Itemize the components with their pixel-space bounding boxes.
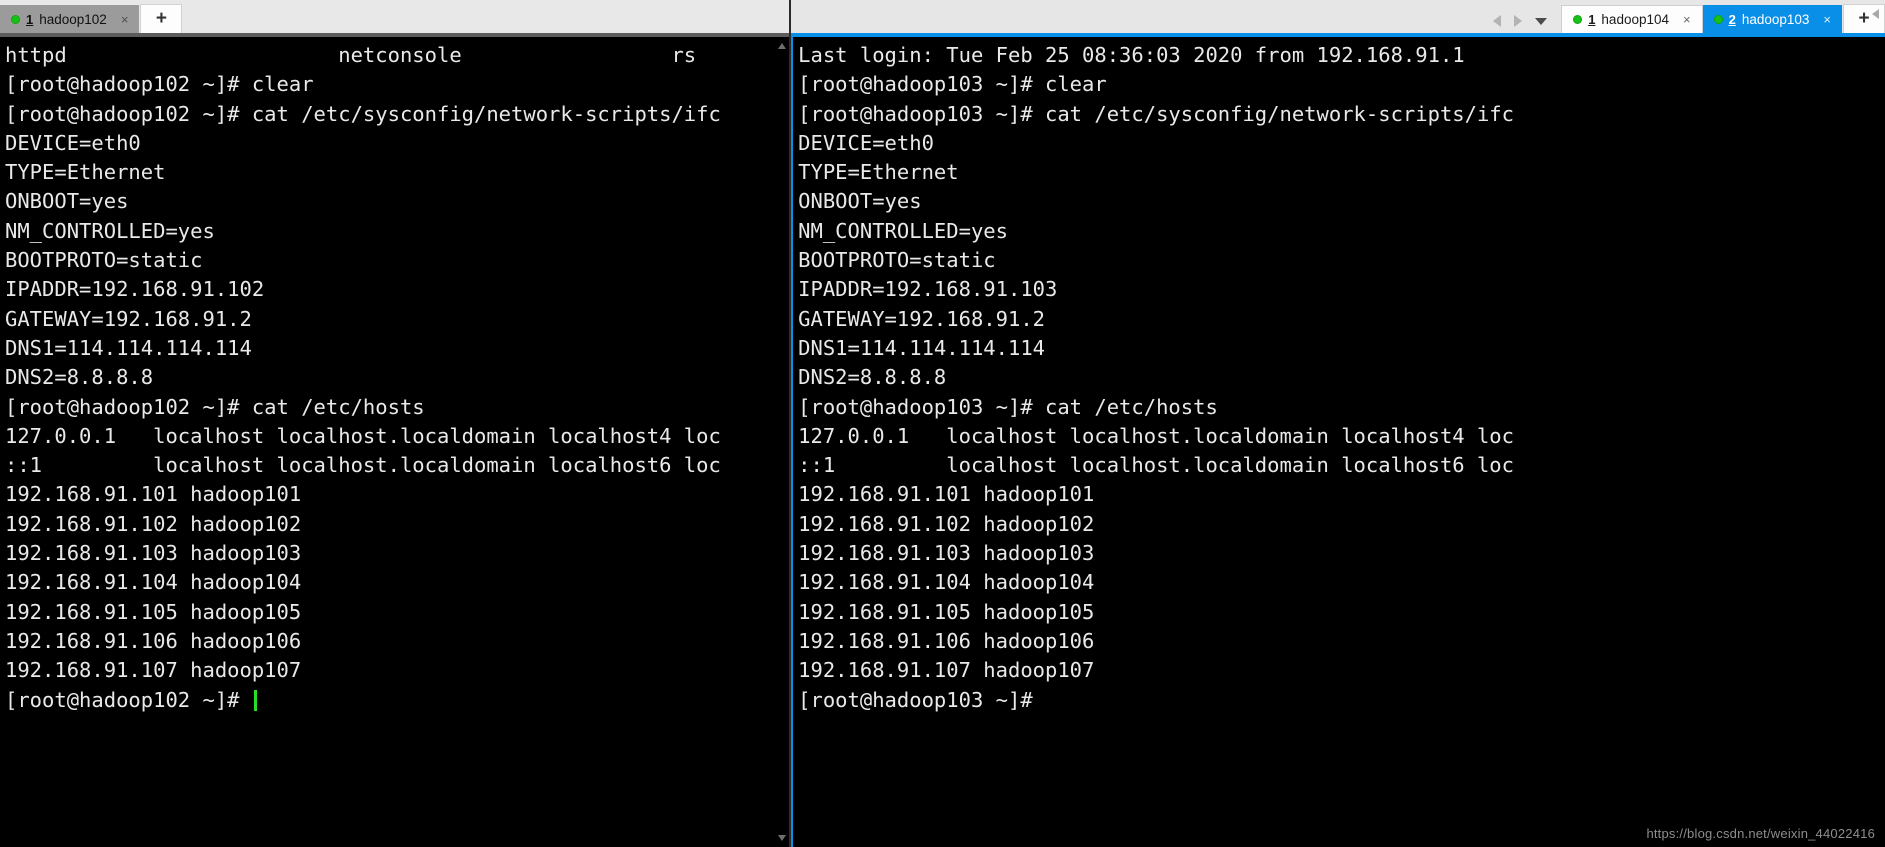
terminal-line: 192.168.91.107 hadoop107 (5, 658, 302, 683)
terminal-line: 192.168.91.105 hadoop105 (798, 599, 1095, 624)
tab-index: 1 (1588, 12, 1596, 27)
terminal-line: IPADDR=192.168.91.102 (5, 277, 265, 302)
terminal-line: Last login: Tue Feb 25 08:36:03 2020 fro… (798, 43, 1465, 67)
tab-label: hadoop104 (1601, 12, 1669, 27)
close-icon[interactable]: × (1821, 13, 1833, 26)
terminal-line: ONBOOT=yes (5, 189, 129, 214)
terminal-prompt-line: [root@hadoop102 ~]# (5, 686, 775, 715)
left-terminal-area: httpd netconsole rs [root@hadoop102 ~]# c… (0, 37, 790, 847)
terminal-line: 192.168.91.103 hadoop103 (798, 541, 1095, 566)
left-terminal-scrollbar[interactable] (775, 37, 790, 847)
tab-hadoop102[interactable]: 1 hadoop102 × (0, 5, 140, 33)
terminal-line: 192.168.91.102 hadoop102 (798, 511, 1095, 536)
terminal-line: 192.168.91.106 hadoop106 (5, 628, 302, 653)
terminal-line: ::1 localhost localhost.localdomain loca… (798, 453, 1514, 478)
terminal-line: 192.168.91.101 hadoop101 (5, 482, 302, 507)
triangle-up-icon[interactable] (778, 43, 787, 49)
terminal-line: 192.168.91.105 hadoop105 (5, 599, 302, 624)
terminal-line: NM_CONTROLLED=yes (5, 218, 215, 243)
terminal-line: 192.168.91.104 hadoop104 (5, 570, 302, 595)
tab-label: hadoop102 (39, 11, 107, 27)
terminal-line: 192.168.91.104 hadoop104 (798, 570, 1095, 595)
terminal-line: DNS1=114.114.114.114 (5, 335, 252, 360)
triangle-right-icon[interactable] (1514, 15, 1523, 27)
green-dot-icon (1713, 14, 1723, 24)
terminal-line: httpd netconsole rs (5, 43, 697, 67)
terminal-line: [root@hadoop102 ~]# cat /etc/hosts (5, 394, 425, 419)
caret-down-icon[interactable] (1535, 17, 1548, 25)
terminal-line: [root@hadoop103 ~]# clear (798, 72, 1107, 97)
right-terminal-output[interactable]: Last login: Tue Feb 25 08:36:03 2020 fro… (791, 37, 1885, 847)
triangle-left-icon[interactable] (1493, 15, 1502, 27)
terminal-line: 192.168.91.101 hadoop101 (798, 482, 1095, 507)
right-terminal-window: 1 hadoop104 × 2 hadoop103 × + Last login… (791, 0, 1885, 847)
terminal-line: 192.168.91.102 hadoop102 (5, 511, 302, 536)
watermark-text: https://blog.csdn.net/weixin_44022416 (1646, 826, 1875, 841)
terminal-line: BOOTPROTO=static (798, 248, 996, 273)
terminal-prompt-line: [root@hadoop103 ~]# (798, 687, 1033, 712)
triangle-down-icon[interactable] (778, 835, 787, 841)
tab-index: 1 (26, 11, 34, 27)
right-tab-strip: 1 hadoop104 × 2 hadoop103 × + (791, 0, 1885, 33)
terminal-line: NM_CONTROLLED=yes (798, 218, 1008, 243)
xshell-dual-terminal-window: 1 hadoop102 × + httpd netconsole rs [root… (0, 0, 1885, 847)
terminal-line: [root@hadoop103 ~]# cat /etc/hosts (798, 394, 1218, 419)
terminal-line: 127.0.0.1 localhost localhost.localdomai… (798, 423, 1514, 448)
tab-nav-controls (1493, 15, 1561, 33)
close-icon[interactable]: × (119, 13, 131, 26)
terminal-line: BOOTPROTO=static (5, 248, 203, 273)
terminal-line: ONBOOT=yes (798, 189, 922, 214)
terminal-line: TYPE=Ethernet (5, 160, 166, 185)
collapse-triangle-left-icon[interactable] (1872, 9, 1879, 19)
tab-hadoop103[interactable]: 2 hadoop103 × (1702, 5, 1842, 33)
terminal-line: IPADDR=192.168.91.103 (798, 277, 1058, 302)
terminal-line: TYPE=Ethernet (798, 160, 959, 185)
terminal-line: [root@hadoop102 ~]# cat /etc/sysconfig/n… (5, 101, 721, 126)
green-dot-icon (1573, 15, 1583, 24)
terminal-line: DEVICE=eth0 (798, 130, 934, 155)
terminal-line: 192.168.91.103 hadoop103 (5, 541, 302, 566)
new-tab-button[interactable]: + (140, 4, 183, 33)
tab-label: hadoop103 (1741, 11, 1810, 27)
text-cursor (253, 689, 257, 711)
terminal-line: [root@hadoop103 ~]# cat /etc/sysconfig/n… (798, 101, 1514, 126)
tab-hadoop104[interactable]: 1 hadoop104 × (1561, 5, 1703, 33)
terminal-line: DNS1=114.114.114.114 (798, 335, 1045, 360)
terminal-line: 127.0.0.1 localhost localhost.localdomai… (5, 423, 721, 448)
left-terminal-output[interactable]: httpd netconsole rs [root@hadoop102 ~]# c… (0, 37, 775, 847)
terminal-line: ::1 localhost localhost.localdomain loca… (5, 453, 721, 478)
terminal-line: 192.168.91.106 hadoop106 (798, 628, 1095, 653)
terminal-line: DNS2=8.8.8.8 (798, 365, 947, 390)
terminal-line: DNS2=8.8.8.8 (5, 365, 154, 390)
close-icon[interactable]: × (1681, 13, 1693, 26)
terminal-line: [root@hadoop102 ~]# clear (5, 72, 314, 97)
terminal-line: DEVICE=eth0 (5, 130, 141, 155)
green-dot-icon (11, 14, 20, 24)
terminal-line: GATEWAY=192.168.91.2 (5, 306, 252, 331)
terminal-line: GATEWAY=192.168.91.2 (798, 306, 1045, 331)
left-terminal-window: 1 hadoop102 × + httpd netconsole rs [root… (0, 0, 790, 847)
terminal-line: 192.168.91.107 hadoop107 (798, 658, 1095, 683)
right-terminal-area: Last login: Tue Feb 25 08:36:03 2020 fro… (791, 37, 1885, 847)
left-tab-strip: 1 hadoop102 × + (0, 0, 790, 33)
tab-index: 2 (1728, 11, 1736, 27)
